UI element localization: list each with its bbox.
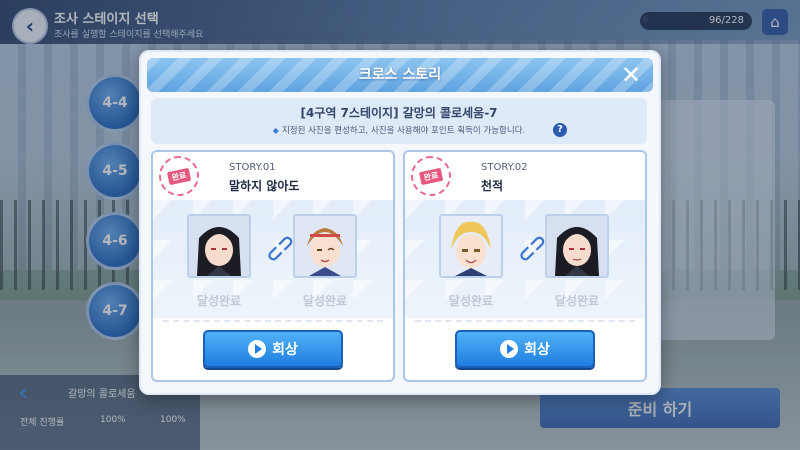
story-number: STORY.01 — [229, 162, 276, 173]
stage-info-box: [4구역 7스테이지] 갈망의 콜로세움-7 ◆ 지정된 사진을 편성하고, 사진… — [151, 98, 647, 144]
play-icon — [248, 340, 267, 358]
story-card-2: 완료 STORY.02 천적 ⊂⊃ 달성완료 달성완료 회상 — [403, 150, 647, 382]
story-title: 천적 — [481, 179, 504, 193]
close-icon: ✕ — [620, 61, 642, 89]
story-title: 말하지 않아도 — [229, 179, 300, 193]
card-divider — [163, 320, 383, 322]
achievement-status-left: 달성완료 — [448, 294, 494, 308]
dialog-title: 크로스 스토리 — [358, 67, 442, 83]
recall-button-label: 회상 — [272, 342, 298, 358]
recall-button-label: 회상 — [524, 342, 550, 358]
diamond-bullet-icon: ◆ — [272, 126, 279, 135]
story-number: STORY.02 — [481, 162, 528, 173]
dark-hair-character-image — [189, 216, 249, 276]
stage-description: ◆ 지정된 사진을 편성하고, 사진을 사용해야 포인트 획득이 가능합니다. — [151, 124, 647, 136]
cross-story-dialog: 크로스 스토리 ✕ [4구역 7스테이지] 갈망의 콜로세움-7 ◆ 지정된 사진… — [139, 50, 661, 395]
dialog-header: 크로스 스토리 ✕ — [147, 58, 653, 92]
stage-title: [4구역 7스테이지] 갈망의 콜로세움-7 — [300, 106, 498, 120]
complete-stamp-label: 완료 — [418, 167, 444, 185]
play-icon — [500, 340, 519, 358]
character-portrait-right — [293, 214, 357, 278]
blonde-hair-character-image — [441, 216, 501, 276]
card-divider — [415, 320, 635, 322]
complete-stamp-label: 완료 — [166, 167, 192, 185]
dark-hair-character-image — [547, 216, 607, 276]
close-button[interactable]: ✕ — [617, 61, 645, 89]
recall-button[interactable]: 회상 — [203, 330, 343, 368]
story-card-1: 완료 STORY.01 말하지 않아도 ⊂⊃ 달성완료 달성완료 회상 — [151, 150, 395, 382]
achievement-status-left: 달성완료 — [196, 294, 242, 308]
recall-button[interactable]: 회상 — [455, 330, 595, 368]
character-portrait-left — [187, 214, 251, 278]
character-portrait-left — [439, 214, 503, 278]
stage-description-text: 지정된 사진을 편성하고, 사진을 사용해야 포인트 획득이 가능합니다. — [281, 126, 526, 136]
help-icon[interactable]: ? — [553, 123, 567, 137]
achievement-status-right: 달성완료 — [302, 294, 348, 308]
character-portrait-right — [545, 214, 609, 278]
achievement-status-right: 달성완료 — [554, 294, 600, 308]
brown-hair-character-image — [295, 216, 355, 276]
